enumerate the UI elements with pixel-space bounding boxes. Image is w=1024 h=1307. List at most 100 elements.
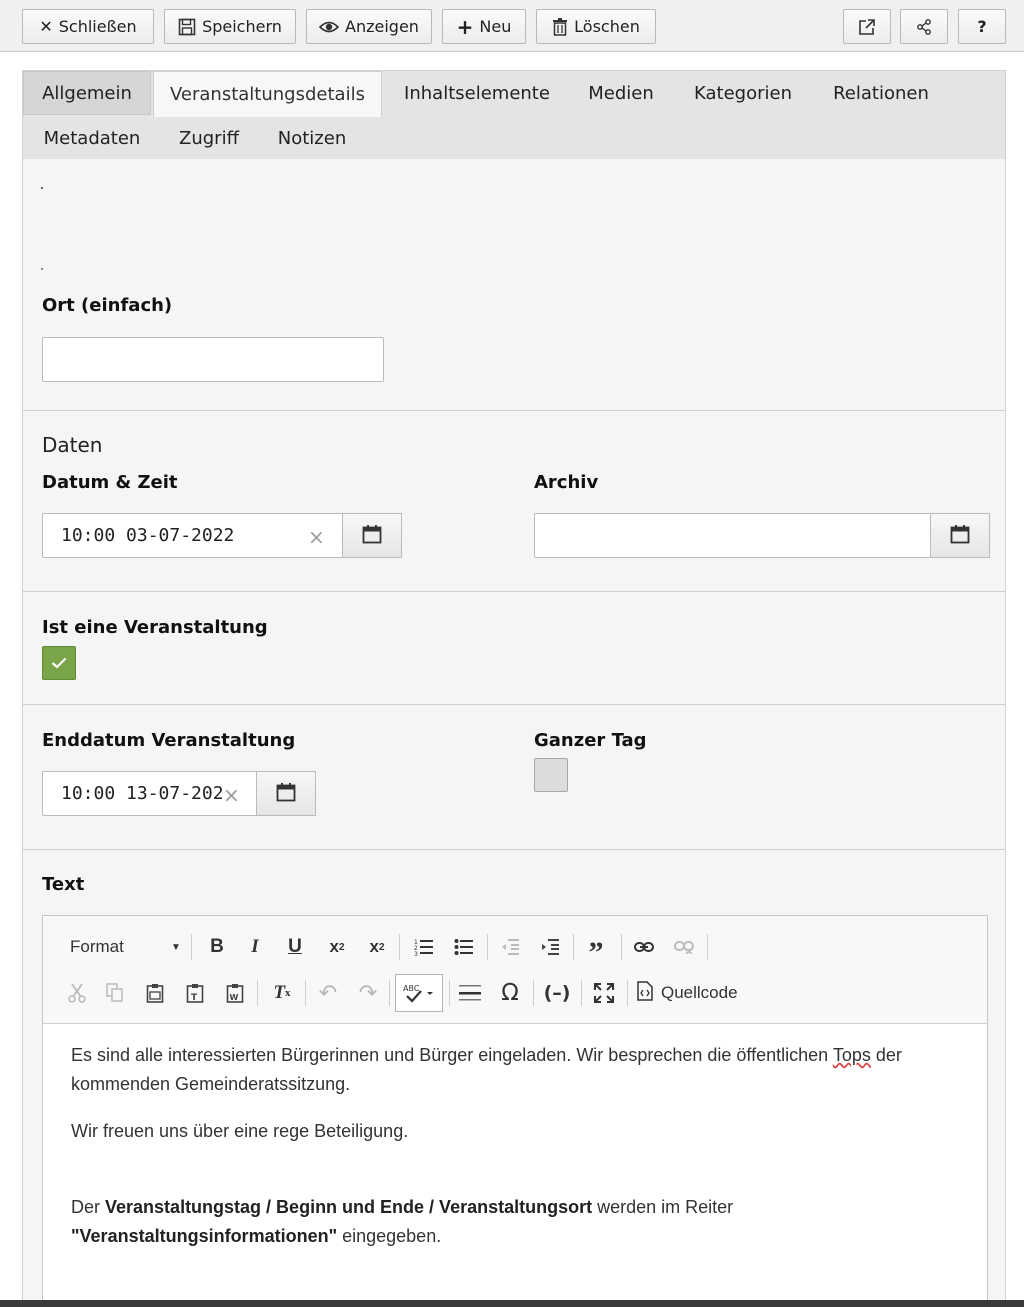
tab-notizen[interactable]: Notizen [267, 116, 357, 160]
tab-label: Kategorien [694, 82, 792, 104]
toolbar-separator [573, 934, 574, 960]
bold-text: Veranstaltungstag / Beginn und Ende / Ve… [105, 1197, 593, 1217]
fullday-checkbox[interactable] [534, 758, 568, 792]
tab-bar: Allgemein Veranstaltungsdetails Inhaltse… [22, 70, 1006, 160]
redo-icon[interactable]: ↷ [353, 978, 383, 1008]
datetime-label: Datum & Zeit [42, 472, 178, 493]
toolbar-separator [191, 934, 192, 960]
calendar-icon [276, 782, 296, 806]
datetime-calendar-button[interactable] [342, 513, 402, 558]
datetime-value: 10:00 03-07-2022 [61, 525, 235, 546]
format-dropdown[interactable]: Format ▼ [61, 932, 185, 962]
close-label: Schließen [58, 17, 137, 36]
numbered-list-icon[interactable]: 123 [409, 932, 439, 962]
delete-button[interactable]: Löschen [536, 9, 656, 44]
special-char-icon[interactable]: Ω [495, 978, 525, 1008]
text-run: Der [71, 1197, 106, 1217]
tab-veranstaltungsdetails[interactable]: Veranstaltungsdetails [153, 71, 382, 117]
dot-marker [41, 187, 43, 189]
indent-icon[interactable] [535, 932, 565, 962]
subscript-icon[interactable]: x2 [323, 932, 351, 962]
is-event-checkbox[interactable] [42, 646, 76, 680]
archive-label: Archiv [534, 472, 599, 493]
tab-label: Inhaltselemente [404, 82, 550, 104]
text-run: Wir freuen uns über eine rege Beteiligun… [71, 1121, 409, 1141]
paste-icon[interactable] [141, 978, 169, 1008]
superscript-icon[interactable]: x2 [363, 932, 391, 962]
svg-text:T: T [191, 993, 198, 1003]
toolbar-separator [581, 980, 582, 1006]
share-button[interactable] [900, 9, 948, 44]
editor-toolbar: Format ▼ B I U x2 x2 123 ” T W T x ↶ ↷ A… [43, 916, 987, 1024]
form-panel: Ort (einfach) Daten Datum & Zeit 10:00 0… [22, 159, 1006, 1307]
close-button[interactable]: ✕ Schließen [22, 9, 154, 44]
tab-allgemein[interactable]: Allgemein [23, 71, 151, 115]
link-icon[interactable] [629, 932, 659, 962]
cut-icon[interactable] [63, 978, 91, 1008]
divider [23, 704, 1005, 705]
spellcheck-icon[interactable]: ABC [395, 974, 443, 1012]
share-icon [916, 18, 932, 35]
archive-input[interactable] [534, 513, 932, 558]
clear-icon[interactable]: × [308, 525, 325, 549]
undo-icon[interactable]: ↶ [313, 978, 343, 1008]
unlink-icon[interactable] [669, 932, 699, 962]
end-date-label: Enddatum Veranstaltung [42, 730, 296, 751]
toolbar-separator [487, 934, 488, 960]
end-date-calendar-button[interactable] [256, 771, 316, 816]
ort-input[interactable] [42, 337, 384, 382]
nbsp-icon[interactable]: (–) [541, 978, 573, 1008]
bold-text: "Veranstaltungsinformationen" [71, 1226, 338, 1246]
help-label: ? [977, 17, 987, 36]
datetime-input[interactable]: 10:00 03-07-2022 [42, 513, 344, 558]
archive-calendar-button[interactable] [930, 513, 990, 558]
end-date-value: 10:00 13-07-202 [61, 783, 224, 804]
toolbar-separator [257, 980, 258, 1006]
tab-relationen[interactable]: Relationen [819, 71, 943, 115]
text-run: eingegeben. [337, 1226, 442, 1246]
view-button[interactable]: Anzeigen [306, 9, 432, 44]
bullet-list-icon[interactable] [449, 932, 479, 962]
help-button[interactable]: ? [958, 9, 1006, 44]
tab-inhaltselemente[interactable]: Inhaltselemente [389, 71, 565, 115]
new-button[interactable]: + Neu [442, 9, 526, 44]
checkmark-icon [51, 654, 67, 673]
blockquote-icon[interactable]: ” [581, 932, 611, 969]
is-event-label: Ist eine Veranstaltung [42, 617, 268, 638]
source-button[interactable]: Quellcode [637, 978, 747, 1008]
open-new-window-button[interactable] [843, 9, 891, 44]
tab-kategorien[interactable]: Kategorien [679, 71, 807, 115]
underline-icon[interactable]: U [281, 932, 309, 962]
toolbar-separator [707, 934, 708, 960]
fullday-label: Ganzer Tag [534, 730, 647, 751]
toolbar-separator [449, 980, 450, 1006]
editor-content[interactable]: Es sind alle interessierten Bürgerinnen … [71, 1041, 961, 1269]
calendar-icon [950, 524, 970, 548]
svg-text:3: 3 [414, 951, 418, 956]
paragraph-1: Es sind alle interessierten Bürgerinnen … [71, 1041, 961, 1099]
save-button[interactable]: Speichern [164, 9, 296, 44]
save-icon [178, 18, 196, 36]
tab-label: Allgemein [42, 82, 132, 104]
remove-format-icon[interactable]: Tx [267, 978, 297, 1008]
clear-icon[interactable]: × [223, 783, 240, 807]
italic-icon[interactable]: I [241, 932, 269, 962]
horizontal-rule-icon[interactable] [455, 978, 485, 1008]
tab-medien[interactable]: Medien [575, 71, 667, 115]
paste-text-icon[interactable]: T [181, 978, 209, 1008]
new-label: Neu [479, 17, 512, 36]
bold-icon[interactable]: B [203, 932, 231, 962]
maximize-icon[interactable] [589, 978, 619, 1008]
copy-icon[interactable] [101, 978, 129, 1008]
paste-word-icon[interactable]: W [221, 978, 249, 1008]
divider [23, 849, 1005, 850]
tab-metadaten[interactable]: Metadaten [27, 116, 157, 160]
svg-text:W: W [230, 993, 239, 1002]
toolbar-separator [621, 934, 622, 960]
tab-zugriff[interactable]: Zugriff [167, 116, 251, 160]
view-label: Anzeigen [345, 17, 419, 36]
tab-label: Notizen [277, 127, 347, 149]
outdent-icon[interactable] [495, 932, 525, 962]
divider [23, 410, 1005, 411]
paragraph-3: Der Veranstaltungstag / Beginn und Ende … [71, 1193, 961, 1251]
